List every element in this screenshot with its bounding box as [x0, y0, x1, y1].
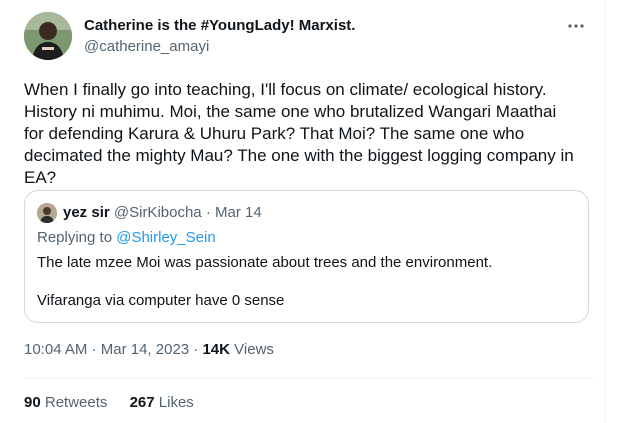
quoted-handle: @SirKibocha	[113, 204, 202, 221]
meta-separator-2: ·	[193, 341, 199, 358]
quoted-text-line-2: Vifaranga via computer have 0 sense	[37, 292, 285, 309]
meta-separator: ·	[91, 341, 97, 358]
tweet-meta: 10:04 AM · Mar 14, 2023 · 14K Views	[24, 341, 274, 358]
quoted-tweet[interactable]: yez sir @SirKibocha · Mar 14 Replying to…	[24, 190, 589, 323]
replying-prefix: Replying to	[37, 229, 117, 246]
tweet-text: When I finally go into teaching, I'll fo…	[24, 80, 574, 187]
retweets-count: 90	[24, 394, 41, 411]
quoted-separator: ·	[205, 204, 211, 221]
views-count: 14K	[202, 341, 230, 358]
author-display-name[interactable]: Catherine is the #YoungLady! Marxist.	[84, 17, 355, 34]
tweet-time[interactable]: 10:04 AM	[24, 341, 87, 358]
likes-count: 267	[129, 394, 155, 411]
author-avatar[interactable]	[24, 12, 72, 60]
quoted-replying-to: Replying to @Shirley_Sein	[37, 229, 216, 246]
retweets-stat[interactable]: 90 Retweets	[24, 394, 112, 411]
quoted-display-name: yez sir	[63, 204, 110, 221]
views-label: Views	[234, 341, 274, 358]
tweet-header: Catherine is the #YoungLady! Marxist. @c…	[24, 12, 594, 62]
divider	[24, 378, 594, 379]
more-options-button[interactable]	[562, 14, 590, 38]
author-handle[interactable]: @catherine_amayi	[84, 38, 209, 55]
quoted-date: Mar 14	[215, 204, 262, 221]
more-horizontal-icon	[568, 24, 584, 28]
quoted-avatar-photo-icon	[37, 203, 57, 223]
quoted-author-avatar	[37, 203, 57, 223]
quoted-text-line-1: The late mzee Moi was passionate about t…	[37, 254, 493, 271]
likes-label: Likes	[158, 394, 194, 411]
avatar-photo-icon	[24, 12, 72, 60]
replying-to-link[interactable]: @Shirley_Sein	[116, 229, 215, 246]
engagement-stats: 90 Retweets 267 Likes	[24, 394, 212, 411]
tweet-card: Catherine is the #YoungLady! Marxist. @c…	[0, 0, 605, 423]
retweets-label: Retweets	[44, 394, 108, 411]
likes-stat[interactable]: 267 Likes	[130, 394, 194, 411]
quoted-header: yez sir @SirKibocha · Mar 14	[63, 204, 262, 221]
tweet-date[interactable]: Mar 14, 2023	[101, 341, 189, 358]
